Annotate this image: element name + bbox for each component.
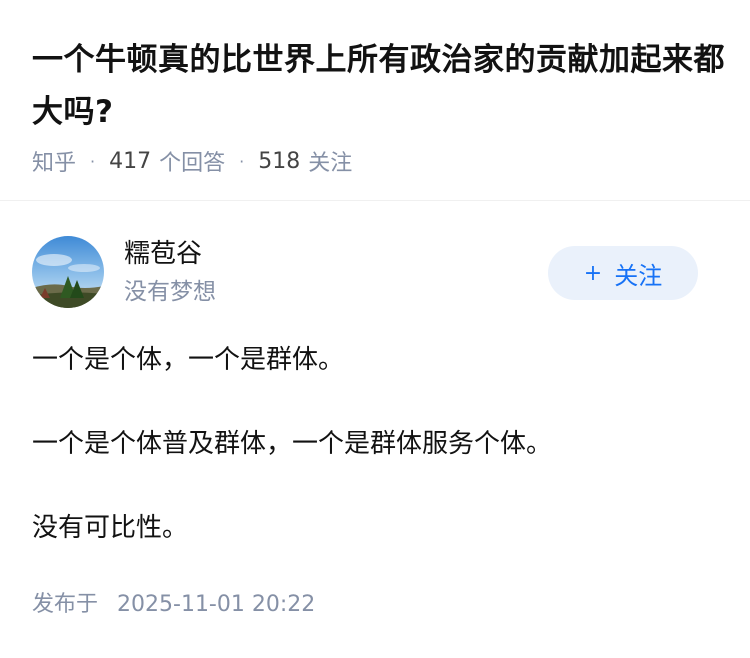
author-name[interactable]: 糯苞谷 xyxy=(124,236,202,272)
publish-label: 发布于 xyxy=(32,592,99,617)
question-header: 一个牛顿真的比世界上所有政治家的贡献加起来都大吗? xyxy=(32,34,732,138)
answers-label[interactable]: 个回答 xyxy=(159,145,225,177)
question-title[interactable]: 一个牛顿真的比世界上所有政治家的贡献加起来都大吗? xyxy=(32,34,732,138)
meta-separator: · xyxy=(90,151,96,171)
followers-count: 518 xyxy=(258,148,301,174)
avatar-landscape-icon xyxy=(32,236,104,308)
author-headline: 没有梦想 xyxy=(124,279,216,305)
plus-icon: + xyxy=(583,260,603,286)
question-meta: 知乎 · 417 个回答 · 518 关注 xyxy=(32,145,353,177)
source-label[interactable]: 知乎 xyxy=(32,145,76,177)
meta-separator: · xyxy=(239,151,245,171)
publish-time: 发布于 2025-11-01 20:22 xyxy=(32,588,315,622)
follow-button-label: 关注 xyxy=(614,261,663,290)
answers-count: 417 xyxy=(109,148,152,174)
publish-datetime: 2025-11-01 20:22 xyxy=(117,592,316,617)
answer-paragraph: 一个是个体，一个是群体。 xyxy=(32,345,345,375)
section-divider xyxy=(0,200,750,201)
followers-label: 关注 xyxy=(308,151,353,176)
avatar[interactable] xyxy=(32,236,104,308)
answer-paragraph: 一个是个体普及群体，一个是群体服务个体。 xyxy=(32,429,553,459)
answer-paragraph: 没有可比性。 xyxy=(32,513,189,543)
follow-button[interactable]: + 关注 xyxy=(548,246,698,300)
